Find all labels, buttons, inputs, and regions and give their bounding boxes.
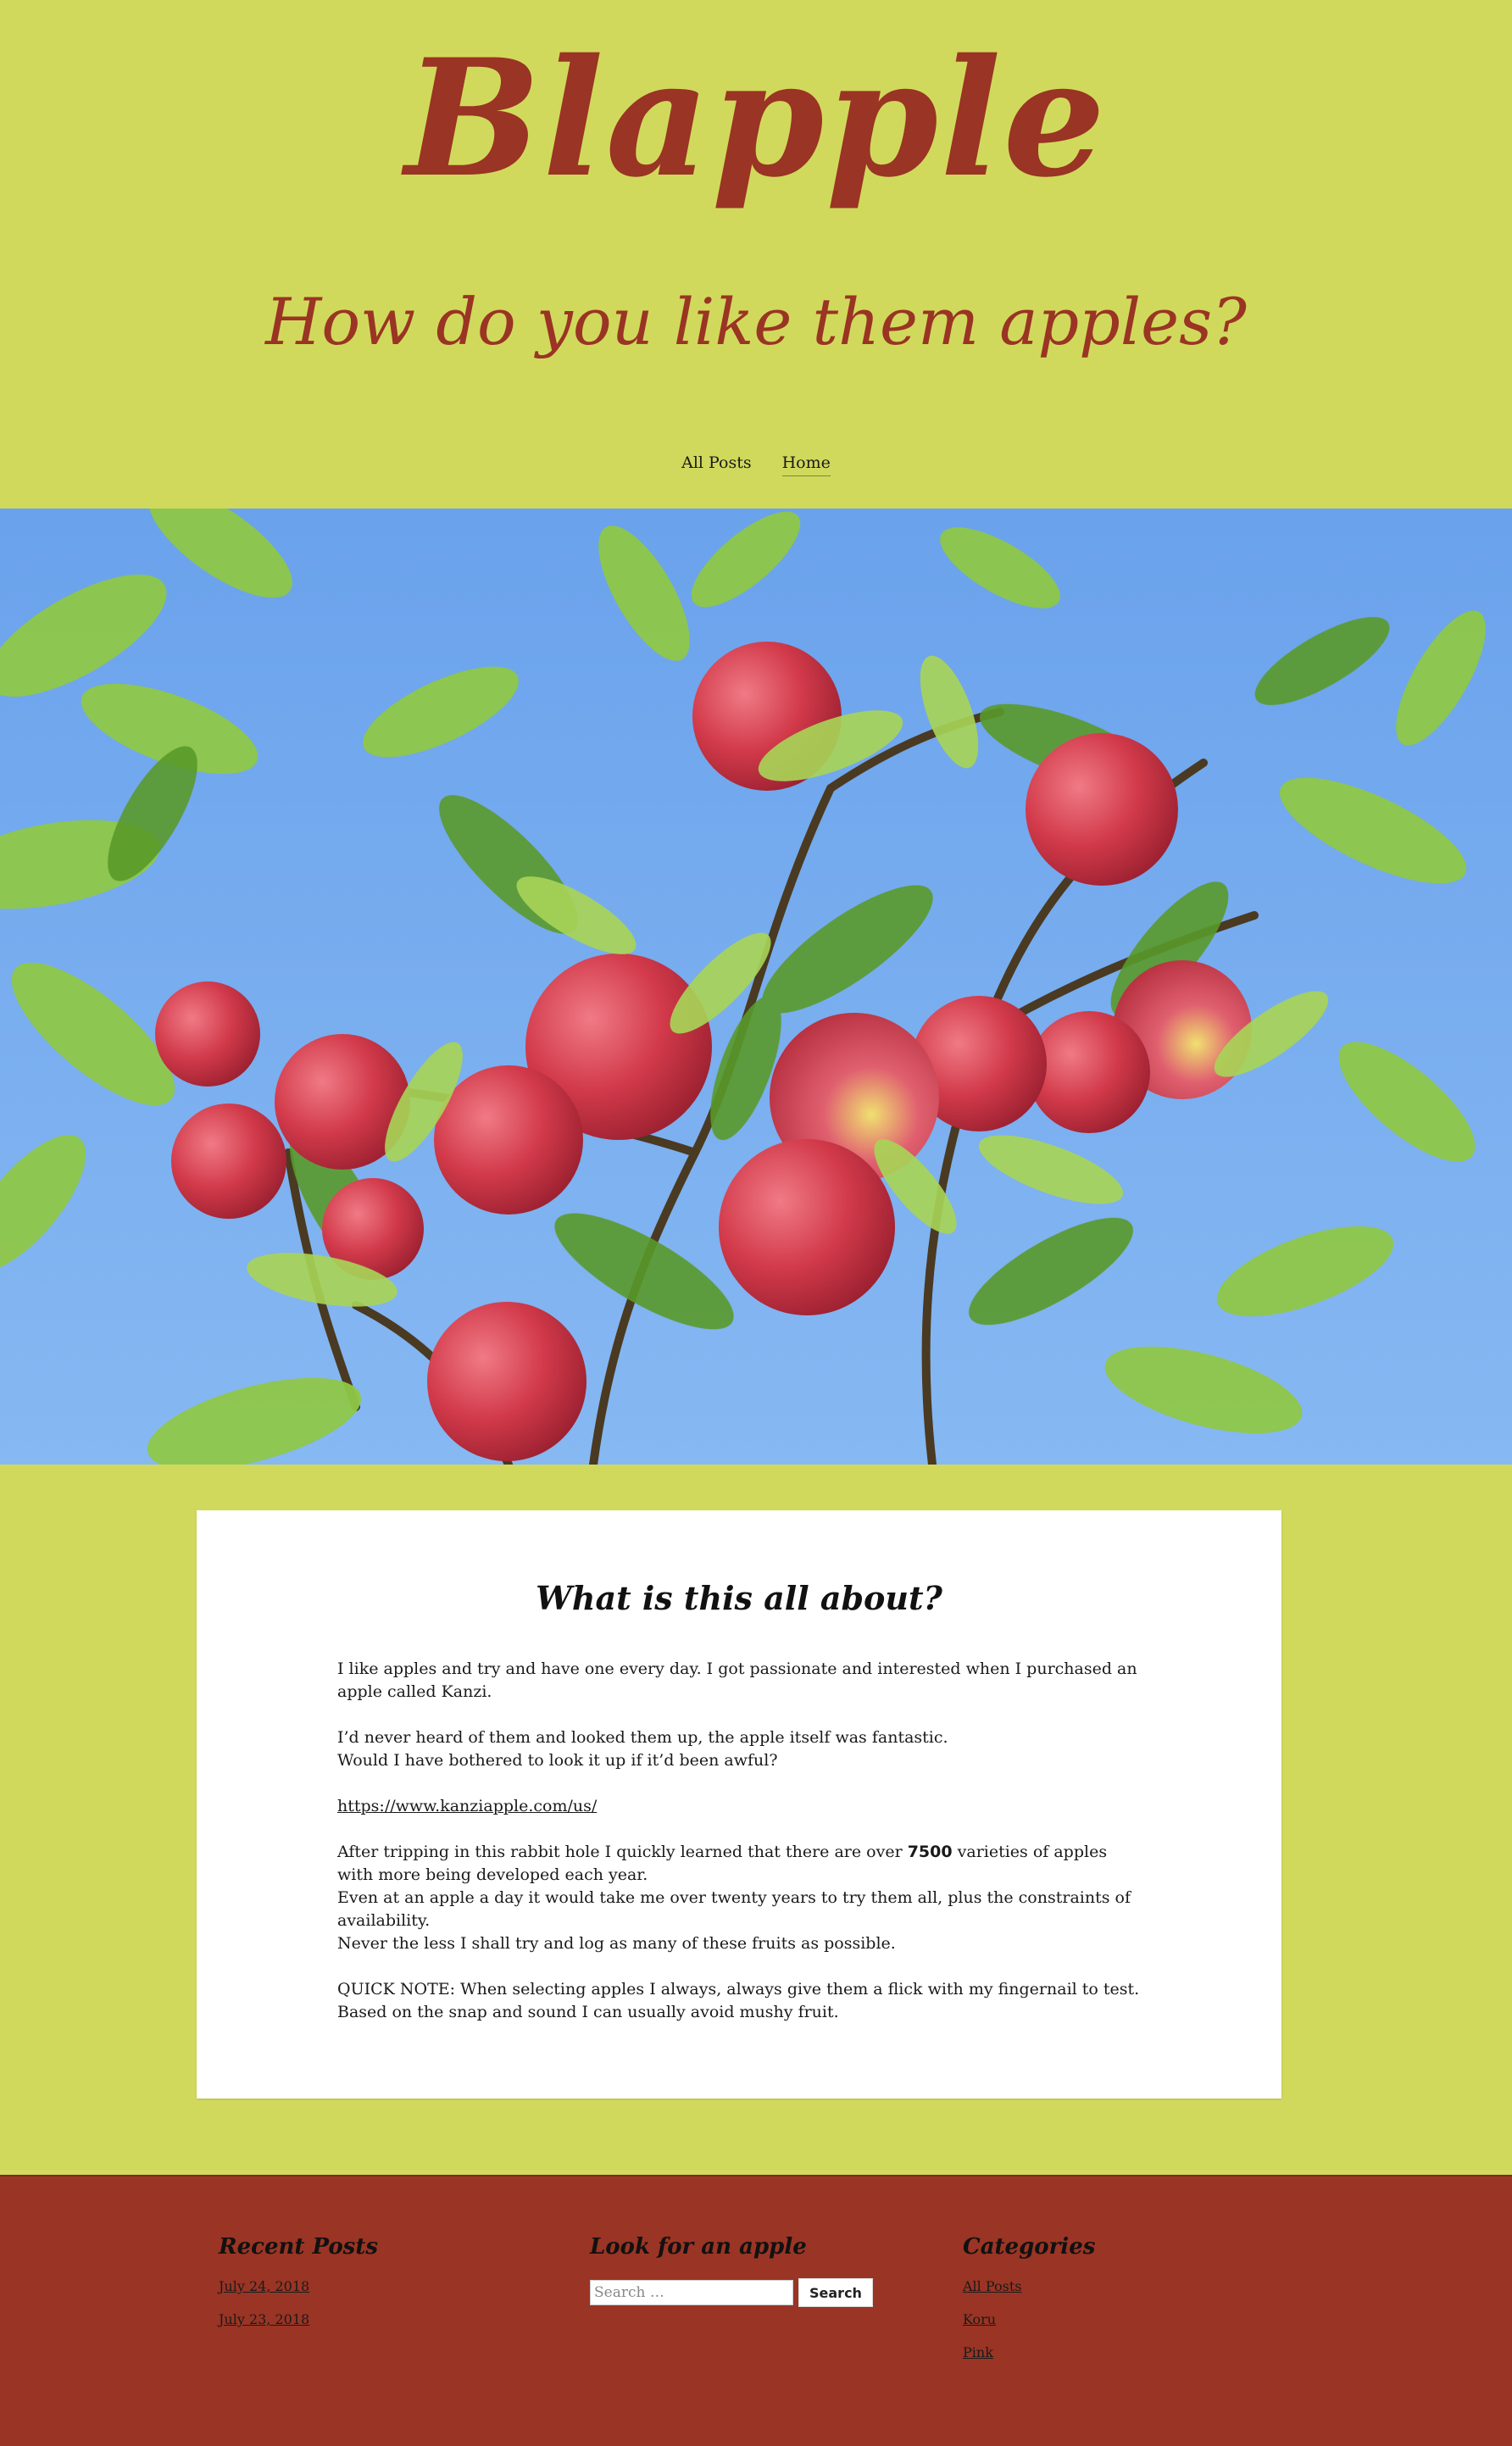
category-link-all-posts[interactable]: All Posts <box>963 2278 1021 2294</box>
categories-title: Categories <box>963 2234 1096 2260</box>
category-link-koru[interactable]: Koru <box>963 2311 996 2327</box>
search-button[interactable]: Search <box>798 2278 873 2307</box>
site-header: Blapple How do you like them apples? All… <box>0 0 1512 509</box>
kanzi-link[interactable]: https://www.kanziapple.com/us/ <box>337 1797 597 1815</box>
post-paragraph: QUICK NOTE: When selecting apples I alwa… <box>337 1980 1140 2021</box>
search-widget-title: Look for an apple <box>590 2234 807 2260</box>
site-title[interactable]: Blapple <box>0 25 1512 212</box>
recent-posts-widget: Recent Posts July 24, 2018 July 23, 2018 <box>219 2234 378 2344</box>
recent-post-link[interactable]: July 23, 2018 <box>219 2311 309 2327</box>
post-title: What is this all about? <box>536 1579 942 1618</box>
search-input[interactable] <box>590 2280 793 2305</box>
post-paragraph: https://www.kanziapple.com/us/ <box>337 1795 1142 1818</box>
post-body: I like apples and try and have one every… <box>337 1658 1142 2047</box>
post-paragraph: I like apples and try and have one every… <box>337 1659 1137 1701</box>
site-tagline: How do you like them apples? <box>265 284 1247 359</box>
varieties-count: 7500 <box>907 1843 953 1861</box>
search-form: Search <box>590 2278 873 2307</box>
post-line: Even at an apple a day it would take me … <box>337 1888 1131 1930</box>
post-paragraph: After tripping in this rabbit hole I qui… <box>337 1841 1142 1955</box>
nav-item-home[interactable]: Home <box>781 453 831 476</box>
post-line: Would I have bothered to look it up if i… <box>337 1751 778 1770</box>
search-widget: Look for an apple Search <box>590 2234 873 2307</box>
nav-item-all-posts[interactable]: All Posts <box>681 453 752 476</box>
category-link-pink[interactable]: Pink <box>963 2344 993 2360</box>
categories-widget: Categories All Posts Koru Pink <box>963 2234 1095 2377</box>
post-line: I’d never heard of them and looked them … <box>337 1728 948 1747</box>
post-paragraph: I’d never heard of them and looked them … <box>337 1726 1142 1772</box>
hero-image <box>0 509 1512 1465</box>
post-text: After tripping in this rabbit hole I qui… <box>337 1843 908 1861</box>
post-card: What is this all about? I like apples an… <box>197 1510 1281 2099</box>
recent-post-link[interactable]: July 24, 2018 <box>219 2278 309 2294</box>
main-nav: All Posts Home <box>0 453 1512 476</box>
recent-posts-title: Recent Posts <box>219 2234 378 2260</box>
post-line: Never the less I shall try and log as ma… <box>337 1934 896 1953</box>
site-footer: Recent Posts July 24, 2018 July 23, 2018… <box>0 2175 1512 2446</box>
